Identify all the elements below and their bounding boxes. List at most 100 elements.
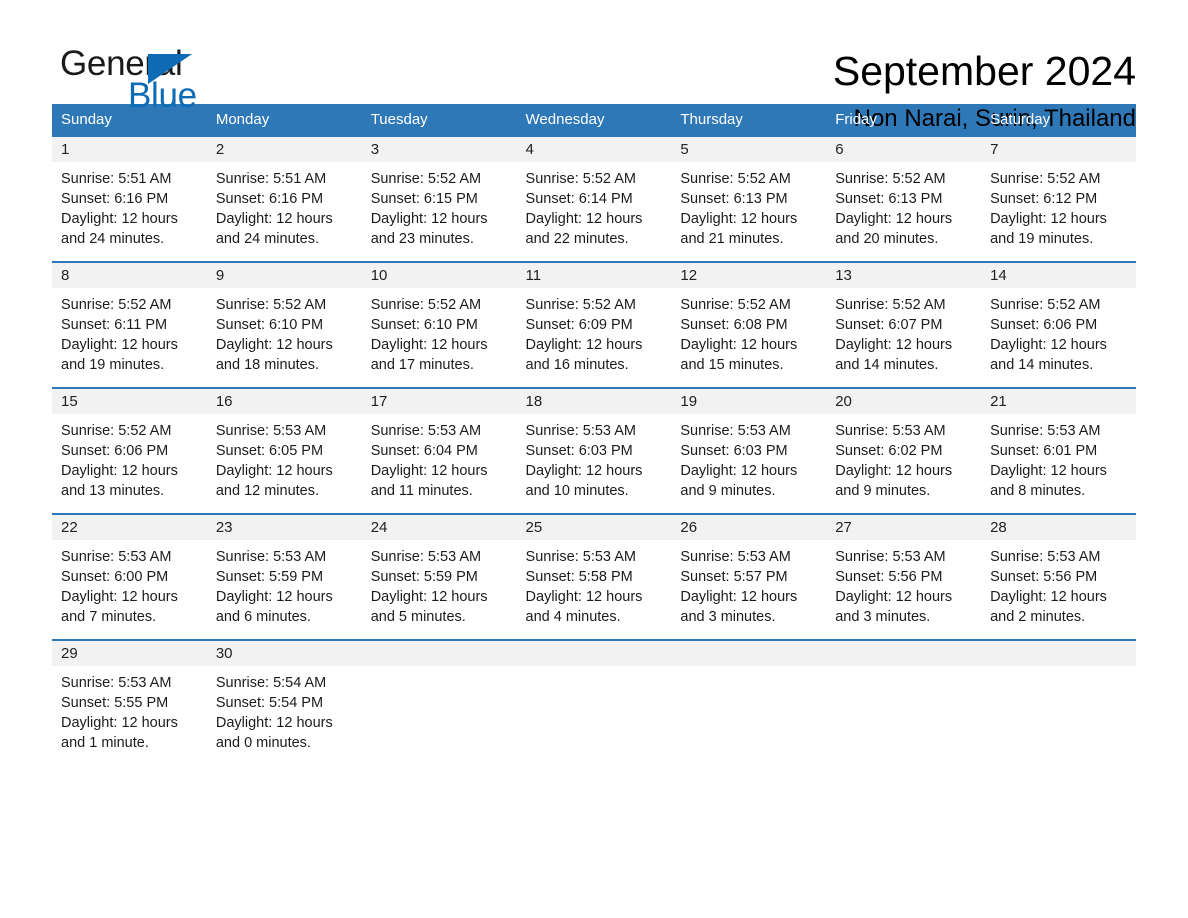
sunset-time: Sunset: 6:08 PM bbox=[680, 317, 788, 333]
daylight-duration-line2: and 24 minutes. bbox=[215, 231, 320, 247]
sunset-time: Sunset: 6:11 PM bbox=[61, 317, 168, 333]
day-number: 20 bbox=[826, 389, 982, 414]
day-number bbox=[671, 641, 827, 666]
sunset-time: Sunset: 5:59 PM bbox=[215, 569, 324, 585]
daylight-duration-line1: Daylight: 12 hours bbox=[680, 211, 798, 227]
calendar-day-cell[interactable]: 29 Sunrise: 5:53 AM Sunset: 5:55 PM Dayligh… bbox=[52, 639, 207, 765]
calendar-day-cell[interactable]: 22 Sunrise: 5:53 AM Sunset: 6:00 PM Dayligh… bbox=[52, 513, 207, 640]
calendar-day-cell[interactable]: 26 Sunrise: 5:53 AM Sunset: 5:57 PM Dayligh… bbox=[671, 513, 827, 640]
day-details: Sunrise: 5:52 AM Sunset: 6:13 PM Daylight:… bbox=[826, 162, 981, 261]
sunset-time: Sunset: 6:00 PM bbox=[61, 569, 169, 585]
sunrise-time: Sunrise: 5:52 AM bbox=[61, 297, 172, 313]
day-number: 22 bbox=[52, 515, 207, 540]
sunset-time: Sunset: 6:14 PM bbox=[525, 191, 633, 207]
calendar-day-cell[interactable]: 24 Sunrise: 5:53 AM Sunset: 5:59 PM Dayligh… bbox=[361, 513, 517, 640]
day-details: Sunrise: 5:52 AM Sunset: 6:06 PM Daylight:… bbox=[52, 414, 207, 513]
day-details: Sunrise: 5:53 AM Sunset: 6:04 PM Daylight:… bbox=[362, 414, 517, 513]
calendar-day-cell[interactable]: 18 Sunrise: 5:53 AM Sunset: 6:03 PM Dayligh… bbox=[516, 387, 672, 514]
day-details: Sunrise: 5:53 AM Sunset: 5:56 PM Daylight:… bbox=[981, 540, 1136, 639]
day-details bbox=[362, 666, 517, 751]
day-number: 4 bbox=[516, 137, 672, 162]
calendar-day-cell[interactable]: 3 Sunrise: 5:52 AM Sunset: 6:15 PM Daylight… bbox=[361, 137, 517, 262]
calendar-week-row: 22 Sunrise: 5:53 AM Sunset: 6:00 PM Dayligh… bbox=[52, 513, 1136, 640]
sunset-time: Sunset: 6:16 PM bbox=[215, 191, 324, 207]
day-details: Sunrise: 5:52 AM Sunset: 6:08 PM Daylight:… bbox=[671, 288, 826, 387]
general-blue-logo[interactable]: General Blue bbox=[52, 44, 252, 118]
calendar-day-cell[interactable]: 10 Sunrise: 5:52 AM Sunset: 6:10 PM Dayligh… bbox=[361, 261, 517, 388]
daylight-duration-line1: Daylight: 12 hours bbox=[525, 589, 643, 605]
sunset-time: Sunset: 5:58 PM bbox=[525, 569, 633, 585]
daylight-duration-line2: and 1 minute. bbox=[61, 735, 149, 751]
day-number: 2 bbox=[206, 137, 362, 162]
sunrise-time: Sunrise: 5:53 AM bbox=[990, 423, 1101, 439]
day-number: 9 bbox=[206, 263, 362, 288]
calendar-day-cell[interactable]: 8 Sunrise: 5:52 AM Sunset: 6:11 PM Daylight… bbox=[52, 261, 207, 388]
daylight-duration-line1: Daylight: 12 hours bbox=[370, 589, 488, 605]
calendar-day-cell[interactable]: 13 Sunrise: 5:52 AM Sunset: 6:07 PM Dayligh… bbox=[826, 261, 982, 388]
calendar-day-cell[interactable]: 11 Sunrise: 5:52 AM Sunset: 6:09 PM Dayligh… bbox=[516, 261, 672, 388]
daylight-duration-line2: and 19 minutes. bbox=[61, 357, 165, 373]
day-details: Sunrise: 5:53 AM Sunset: 6:03 PM Daylight:… bbox=[517, 414, 672, 513]
calendar-day-cell[interactable]: 25 Sunrise: 5:53 AM Sunset: 5:58 PM Dayligh… bbox=[516, 513, 672, 640]
calendar-day-cell[interactable]: 2 Sunrise: 5:51 AM Sunset: 6:16 PM Daylight… bbox=[206, 137, 362, 262]
calendar-day-cell[interactable]: 7 Sunrise: 5:52 AM Sunset: 6:12 PM Daylight… bbox=[981, 137, 1136, 262]
daylight-duration-line1: Daylight: 12 hours bbox=[370, 463, 488, 479]
sunset-time: Sunset: 6:13 PM bbox=[835, 191, 943, 207]
day-number: 6 bbox=[826, 137, 982, 162]
calendar-day-cell[interactable]: 28 Sunrise: 5:53 AM Sunset: 5:56 PM Dayligh… bbox=[981, 513, 1136, 640]
day-number: 8 bbox=[52, 263, 207, 288]
sunset-time: Sunset: 6:09 PM bbox=[525, 317, 633, 333]
calendar-day-cell[interactable]: 12 Sunrise: 5:52 AM Sunset: 6:08 PM Dayligh… bbox=[671, 261, 827, 388]
day-number: 7 bbox=[981, 137, 1136, 162]
calendar-day-cell[interactable]: 15 Sunrise: 5:52 AM Sunset: 6:06 PM Dayligh… bbox=[52, 387, 207, 514]
day-details: Sunrise: 5:52 AM Sunset: 6:07 PM Daylight:… bbox=[826, 288, 981, 387]
daylight-duration-line1: Daylight: 12 hours bbox=[525, 337, 643, 353]
day-number bbox=[981, 641, 1136, 666]
day-details: Sunrise: 5:53 AM Sunset: 5:56 PM Daylight:… bbox=[826, 540, 981, 639]
day-details: Sunrise: 5:51 AM Sunset: 6:16 PM Daylight:… bbox=[52, 162, 207, 261]
calendar-day-cell[interactable]: 4 Sunrise: 5:52 AM Sunset: 6:14 PM Daylight… bbox=[516, 137, 672, 262]
calendar-day-cell[interactable]: 9 Sunrise: 5:52 AM Sunset: 6:10 PM Daylight… bbox=[206, 261, 362, 388]
sunrise-time: Sunrise: 5:53 AM bbox=[835, 423, 946, 439]
calendar-day-cell[interactable]: 17 Sunrise: 5:53 AM Sunset: 6:04 PM Dayligh… bbox=[361, 387, 517, 514]
sunset-time: Sunset: 6:03 PM bbox=[680, 443, 788, 459]
day-number: 26 bbox=[671, 515, 827, 540]
calendar-day-cell[interactable]: 5 Sunrise: 5:52 AM Sunset: 6:13 PM Daylight… bbox=[671, 137, 827, 262]
sunrise-time: Sunrise: 5:54 AM bbox=[215, 675, 327, 691]
calendar-day-cell[interactable]: 21 Sunrise: 5:53 AM Sunset: 6:01 PM Dayligh… bbox=[981, 387, 1136, 514]
daylight-duration-line2: and 4 minutes. bbox=[525, 609, 621, 625]
daylight-duration-line1: Daylight: 12 hours bbox=[215, 337, 333, 353]
calendar-day-cell[interactable]: 30 Sunrise: 5:54 AM Sunset: 5:54 PM Dayligh… bbox=[206, 639, 362, 765]
calendar-day-cell[interactable]: 27 Sunrise: 5:53 AM Sunset: 5:56 PM Dayligh… bbox=[826, 513, 982, 640]
calendar-day-cell[interactable]: 19 Sunrise: 5:53 AM Sunset: 6:03 PM Dayligh… bbox=[671, 387, 827, 514]
calendar-day-cell[interactable]: 23 Sunrise: 5:53 AM Sunset: 5:59 PM Dayligh… bbox=[206, 513, 362, 640]
day-details: Sunrise: 5:52 AM Sunset: 6:06 PM Daylight:… bbox=[981, 288, 1136, 387]
daylight-duration-line2: and 0 minutes. bbox=[215, 735, 311, 751]
daylight-duration-line2: and 3 minutes. bbox=[835, 609, 931, 625]
calendar-day-cell[interactable]: 16 Sunrise: 5:53 AM Sunset: 6:05 PM Dayligh… bbox=[206, 387, 362, 514]
day-details: Sunrise: 5:53 AM Sunset: 6:00 PM Daylight:… bbox=[52, 540, 207, 639]
calendar-day-cell[interactable]: 1 Sunrise: 5:51 AM Sunset: 6:16 PM Daylight… bbox=[52, 137, 207, 262]
calendar-day-cell[interactable]: 14 Sunrise: 5:52 AM Sunset: 6:06 PM Dayligh… bbox=[981, 261, 1136, 388]
day-details: Sunrise: 5:53 AM Sunset: 6:01 PM Daylight:… bbox=[981, 414, 1136, 513]
daylight-duration-line1: Daylight: 12 hours bbox=[370, 211, 488, 227]
logo-text-blue: Blue bbox=[128, 76, 197, 115]
day-number: 16 bbox=[206, 389, 362, 414]
day-number: 3 bbox=[361, 137, 517, 162]
day-number: 17 bbox=[361, 389, 517, 414]
sunrise-time: Sunrise: 5:53 AM bbox=[61, 549, 172, 565]
daylight-duration-line1: Daylight: 12 hours bbox=[835, 211, 953, 227]
day-details: Sunrise: 5:52 AM Sunset: 6:11 PM Daylight:… bbox=[52, 288, 207, 387]
calendar-day-cell[interactable]: 20 Sunrise: 5:53 AM Sunset: 6:02 PM Dayligh… bbox=[826, 387, 982, 514]
day-details: Sunrise: 5:52 AM Sunset: 6:12 PM Daylight:… bbox=[981, 162, 1136, 261]
day-details: Sunrise: 5:52 AM Sunset: 6:10 PM Daylight:… bbox=[362, 288, 517, 387]
daylight-duration-line1: Daylight: 12 hours bbox=[990, 463, 1107, 479]
sunrise-time: Sunrise: 5:53 AM bbox=[680, 549, 791, 565]
sunrise-time: Sunrise: 5:52 AM bbox=[990, 171, 1101, 187]
daylight-duration-line2: and 17 minutes. bbox=[370, 357, 474, 373]
calendar-week-row: 15 Sunrise: 5:52 AM Sunset: 6:06 PM Dayligh… bbox=[52, 387, 1136, 514]
day-details: Sunrise: 5:53 AM Sunset: 5:58 PM Daylight:… bbox=[517, 540, 672, 639]
day-number: 25 bbox=[516, 515, 672, 540]
daylight-duration-line2: and 9 minutes. bbox=[680, 483, 776, 499]
calendar-day-cell[interactable]: 6 Sunrise: 5:52 AM Sunset: 6:13 PM Daylight… bbox=[826, 137, 982, 262]
